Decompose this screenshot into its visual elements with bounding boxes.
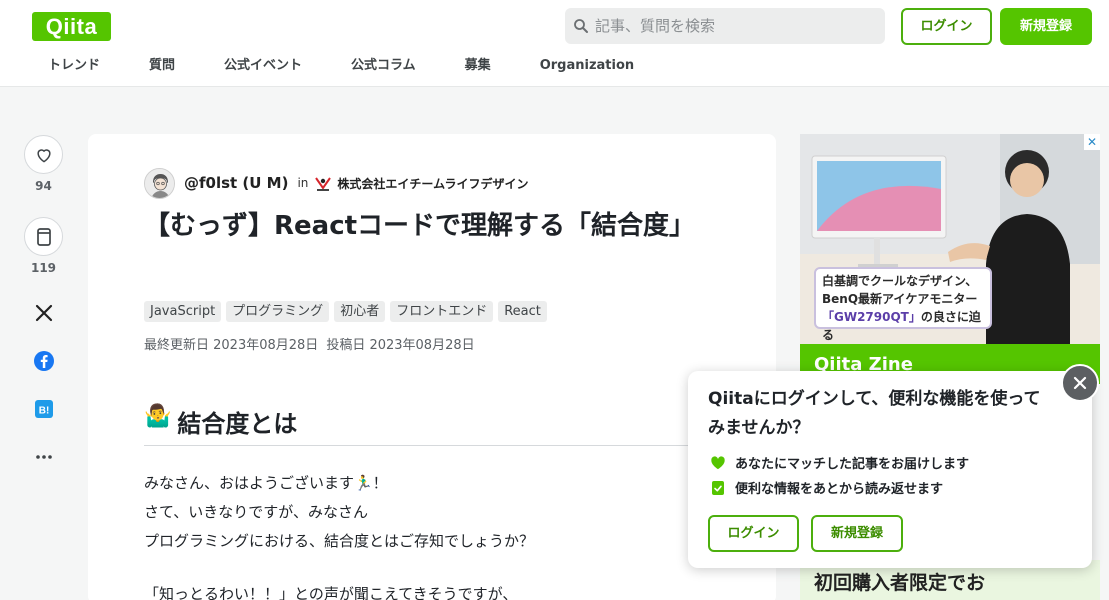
facebook-icon <box>34 351 54 371</box>
like-count: 94 <box>35 179 52 193</box>
popup-feature-1: あなたにマッチした記事をお届けします <box>710 453 969 472</box>
section-heading-text: 結合度とは <box>177 410 298 438</box>
facebook-share-button[interactable] <box>32 349 56 373</box>
nav-recruit[interactable]: 募集 <box>465 57 491 79</box>
popup-title: Qiitaにログインして、便利な機能を使ってみませんか？ <box>708 389 1041 438</box>
advertisement[interactable]: ✕ 白基調でクールなデザイン、 BenQ最新アイケアモニター 「GW2790QT… <box>800 134 1100 384</box>
in-label: in <box>297 176 309 190</box>
stock-check-icon <box>712 480 724 495</box>
paragraph-1: みなさん、おはようございます🏃‍♂️！ さて、いきなりですが、みなさん プログラ… <box>144 469 534 556</box>
nav-organization[interactable]: Organization <box>540 57 634 79</box>
hatena-bookmark-button[interactable]: B! <box>32 397 56 421</box>
stock-count: 119 <box>30 261 57 275</box>
updated-date: 最終更新日 2023年08月28日 <box>144 338 319 353</box>
heart-icon <box>711 456 725 470</box>
ad-caption-line-3: 「GW2790QT」の良さに迫る <box>822 308 984 344</box>
tag-javascript[interactable]: JavaScript <box>144 301 222 322</box>
search-box[interactable] <box>565 8 885 44</box>
login-button[interactable]: ログイン <box>901 8 992 45</box>
qiita-logo[interactable]: Qiita <box>32 12 111 41</box>
ad-caption-line-2: BenQ最新アイケアモニター <box>822 292 978 306</box>
hatena-bookmark-icon: B! <box>35 400 53 418</box>
ad-caption-line-1: 白基調でクールなデザイン、 <box>822 274 978 288</box>
organization-logo-icon[interactable] <box>314 174 332 192</box>
popup-login-button[interactable]: ログイン <box>708 515 799 552</box>
search-icon <box>574 19 588 33</box>
tag-react[interactable]: React <box>498 301 547 322</box>
tag-frontend[interactable]: フロントエンド <box>390 301 494 322</box>
main-nav: トレンド 質問 公式イベント 公式コラム 募集 Organization <box>32 57 667 79</box>
section-heading: 🤷‍♂️ 結合度とは <box>144 404 776 446</box>
signup-button[interactable]: 新規登録 <box>1000 8 1092 45</box>
ellipsis-icon <box>36 455 52 459</box>
article-card: @f0lst (U M) in 株式会社エイチームライフデザイン 【むっず】Re… <box>88 134 776 600</box>
popup-feature-2-text: 便利な情報をあとから読み返せます <box>735 482 944 497</box>
article-dates: 最終更新日 2023年08月28日 投稿日 2023年08月28日 <box>144 334 475 353</box>
ad-caption-model: 「GW2790QT」 <box>822 310 921 324</box>
nav-questions[interactable]: 質問 <box>149 57 175 79</box>
site-header: Qiita ログイン 新規登録 トレンド 質問 公式イベント 公式コラム 募集 … <box>0 0 1109 87</box>
popup-signup-button[interactable]: 新規登録 <box>811 515 903 552</box>
search-input[interactable] <box>595 8 875 44</box>
stock-button[interactable] <box>24 217 63 256</box>
paragraph-1-line-3: プログラミングにおける、結合度とはご存知でしょうか？ <box>144 532 535 550</box>
nav-official-columns[interactable]: 公式コラム <box>351 57 416 79</box>
popup-feature-1-text: あなたにマッチした記事をお届けします <box>735 457 970 472</box>
heart-icon <box>36 148 51 162</box>
avatar-image <box>145 168 174 198</box>
like-button[interactable] <box>24 135 63 174</box>
article-title: 【むっず】Reactコードで理解する「結合度」 <box>144 211 696 241</box>
svg-text:B!: B! <box>39 406 50 417</box>
paragraph-1-line-1: みなさん、おはようございます🏃‍♂️！ <box>144 474 388 492</box>
tag-beginner[interactable]: 初心者 <box>334 301 386 322</box>
x-logo-icon <box>35 304 53 322</box>
stock-icon <box>36 227 51 246</box>
paragraph-1-line-2: さて、いきなりですが、みなさん <box>144 503 368 521</box>
close-icon <box>1073 376 1087 390</box>
more-options-button[interactable] <box>32 445 56 469</box>
second-ad-text: 初回購入者限定でお <box>814 572 986 594</box>
ad-close-icon[interactable]: ✕ <box>1084 134 1100 150</box>
x-share-button[interactable] <box>32 301 56 325</box>
nav-official-events[interactable]: 公式イベント <box>224 57 302 79</box>
popup-close-button[interactable] <box>1061 364 1099 402</box>
author-row: @f0lst (U M) in 株式会社エイチームライフデザイン <box>144 167 528 199</box>
tag-programming[interactable]: プログラミング <box>226 301 330 322</box>
shrug-emoji: 🤷‍♂️ <box>144 404 172 429</box>
nav-trend[interactable]: トレンド <box>48 57 100 79</box>
tag-list: JavaScript プログラミング 初心者 フロントエンド React <box>144 301 547 322</box>
author-avatar[interactable] <box>144 167 175 199</box>
posted-date: 投稿日 2023年08月28日 <box>326 338 475 353</box>
paragraph-2: 「知っとるわい！！」との声が聞こえてきそうですが、 <box>144 585 518 600</box>
ad-caption: 白基調でクールなデザイン、 BenQ最新アイケアモニター 「GW2790QT」の… <box>814 267 992 342</box>
organization-name[interactable]: 株式会社エイチームライフデザイン <box>337 175 528 192</box>
author-name[interactable]: @f0lst (U M) <box>184 174 288 192</box>
popup-feature-2: 便利な情報をあとから読み返せます <box>710 478 943 497</box>
login-prompt-popup: Qiitaにログインして、便利な機能を使ってみませんか？ あなたにマッチした記事… <box>688 371 1092 568</box>
